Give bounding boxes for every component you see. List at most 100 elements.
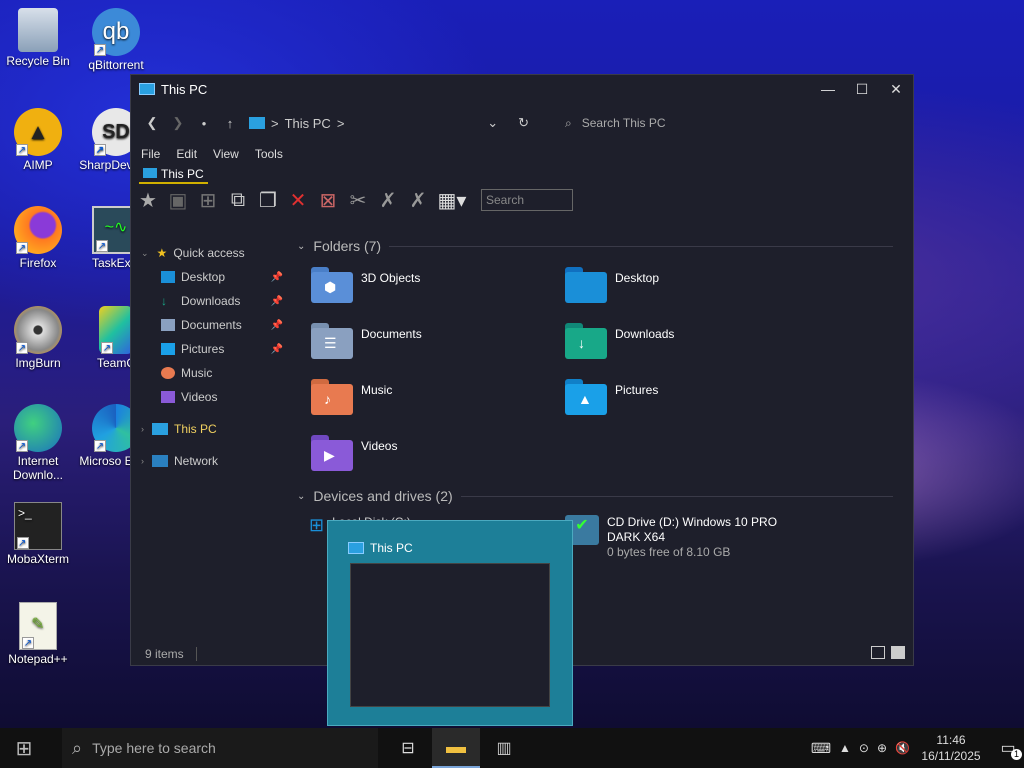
address-dropdown-icon[interactable]: ⌄ [487,115,498,131]
thumbnail-title: This PC [370,541,413,555]
desktop-icon-qbittorrent[interactable]: qb ↗ qBittorrent [78,8,154,72]
favorite-star-icon[interactable]: ★ [135,188,161,213]
desktop-icon-label: ImgBurn [15,356,61,370]
nav-music[interactable]: Music [131,361,291,385]
desktop-icon-label: Recycle Bin [6,54,70,68]
menu-edit[interactable]: Edit [176,147,197,161]
delete-window-icon[interactable]: ⊠ [315,188,341,213]
desktop-folder-icon [161,271,175,283]
search-input[interactable]: Search This PC [582,116,666,130]
music-folder-icon: ♪ [311,379,353,415]
app-tray-icon[interactable]: ⊙ [859,741,869,755]
minimize-button[interactable]: — [811,75,845,103]
file-explorer-taskbar-icon[interactable]: ▬ [432,728,480,768]
desktop-icon-recycle-bin[interactable]: Recycle Bin [0,8,76,68]
nav-videos[interactable]: Videos [131,385,291,409]
nav-desktop[interactable]: Desktop 📌 [131,265,291,289]
refresh-button[interactable]: ↻ [518,115,529,131]
aimp-icon: ▲ ↗ [14,108,62,156]
thumbnail-window-preview [350,563,550,707]
location-tab[interactable]: This PC [131,165,913,185]
folder-pictures[interactable]: ▲ Pictures [565,379,658,415]
folder-music[interactable]: ♪ Music [311,379,392,415]
folder-3d-objects[interactable]: ⬢ 3D Objects [311,267,420,303]
devices-section-header[interactable]: ⌄ Devices and drives (2) [291,485,913,507]
task-view-button[interactable]: ⊟ [384,728,432,768]
folders-section-header[interactable]: ⌄ Folders (7) [291,235,913,257]
copy-to-icon[interactable]: ❐ [255,188,281,213]
downloads-folder-icon: ↓ [565,323,607,359]
address-crumb[interactable]: This PC [285,116,331,131]
details-view-button[interactable] [871,646,885,659]
collapse-chevron-icon: ⌄ [297,240,306,252]
desktop-folder-icon [565,267,607,303]
address-separator: > [336,115,345,131]
nav-this-pc[interactable]: › This PC [131,417,291,441]
videos-folder-icon: ▶ [311,435,353,471]
desktop-icon-label: qBittorrent [88,58,144,72]
keyboard-icon[interactable]: ⌨ [811,740,831,757]
taskbar-thumbnail-preview[interactable]: This PC [327,520,573,726]
firefox-icon: ↗ [14,206,62,254]
drive-cd-d[interactable]: ✔ CD Drive (D:) Windows 10 PRO DARK X64 … [565,515,777,560]
pin-icon: 📌 [270,343,283,355]
nav-quick-access[interactable]: ⌄ ★ Quick access [131,241,291,265]
drive-icon[interactable]: ▣ [165,188,191,213]
desktop-icon-notepadpp[interactable]: ✎ ↗ Notepad++ [0,602,76,666]
folder-desktop[interactable]: Desktop [565,267,659,303]
folder-downloads[interactable]: ↓ Downloads [565,323,674,359]
desktop-icon-aimp[interactable]: ▲ ↗ AIMP [0,108,76,172]
large-icons-view-button[interactable] [891,646,905,659]
this-pc-icon [249,117,265,129]
nav-network[interactable]: › Network [131,449,291,473]
pictures-icon [161,343,175,355]
volume-muted-icon[interactable]: 🔇 [895,741,910,755]
recent-locations-icon[interactable]: ● [191,119,217,128]
menu-tools[interactable]: Tools [255,147,283,161]
archive-app-taskbar-icon[interactable]: ▥ [480,728,528,768]
close-button[interactable]: ✕ [879,75,913,103]
desktop-icon-mobaxterm[interactable]: >_ ↗ MobaXterm [0,502,76,566]
disconnect-icon[interactable]: ✗ [405,188,431,213]
network-globe-icon[interactable]: ⊕ [877,741,887,755]
search-box[interactable]: ⌕ Search This PC [565,116,666,131]
show-hidden-icons-chevron[interactable]: ▲ [839,741,851,755]
forward-button[interactable]: ❯ [165,115,191,131]
cd-drive-info: CD Drive (D:) Windows 10 PRO DARK X64 0 … [607,515,778,559]
menu-file[interactable]: File [141,147,160,161]
back-button[interactable]: ❮ [139,115,165,131]
this-pc-icon [143,167,157,178]
folder-documents[interactable]: ☰ Documents [311,323,422,359]
unmap-icon[interactable]: ✗ [375,188,401,213]
cut-icon[interactable]: ✂ [345,188,371,213]
desktop-icon-label: MobaXterm [6,552,70,566]
folder-videos[interactable]: ▶ Videos [311,435,397,471]
menu-view[interactable]: View [213,147,239,161]
notification-center-icon[interactable]: ▭ 1 [992,738,1024,760]
qbittorrent-icon: qb ↗ [92,8,140,56]
maximize-button[interactable]: ☐ [845,75,879,103]
up-button[interactable]: ↑ [217,116,243,131]
move-to-icon[interactable]: ⧉ [225,189,251,212]
shortcut-arrow-icon: ↗ [17,537,29,549]
nav-downloads[interactable]: ↓ Downloads 📌 [131,289,291,313]
location-tab-label: This PC [139,167,208,184]
music-icon [161,367,175,379]
desktop-icon-firefox[interactable]: ↗ Firefox [0,206,76,270]
start-button[interactable]: ⊞ [0,728,48,768]
clock-date: 16/11/2025 [921,749,981,763]
view-options-icon[interactable]: ▦▾ [435,188,469,213]
desktop-icon-internet-download[interactable]: ↗ Internet Downlo... [0,404,76,482]
taskbar-search-input[interactable]: Type here to search [92,740,216,756]
delete-icon[interactable]: ✕ [285,188,311,213]
star-icon: ★ [156,246,168,260]
taskbar-search[interactable]: ⌕ Type here to search [62,728,378,768]
nav-pictures[interactable]: Pictures 📌 [131,337,291,361]
nav-documents[interactable]: Documents 📌 [131,313,291,337]
desktop-icon-imgburn[interactable]: ↗ ImgBurn [0,306,76,370]
clock[interactable]: 11:46 16/11/2025 [918,732,984,764]
toolbar-search-input[interactable]: Search [481,189,573,211]
title-bar[interactable]: This PC — ☐ ✕ [131,75,913,103]
address-bar[interactable]: > This PC > ⌄ ↻ [249,115,529,131]
windows-flag-icon[interactable]: ⊞ [195,188,221,213]
